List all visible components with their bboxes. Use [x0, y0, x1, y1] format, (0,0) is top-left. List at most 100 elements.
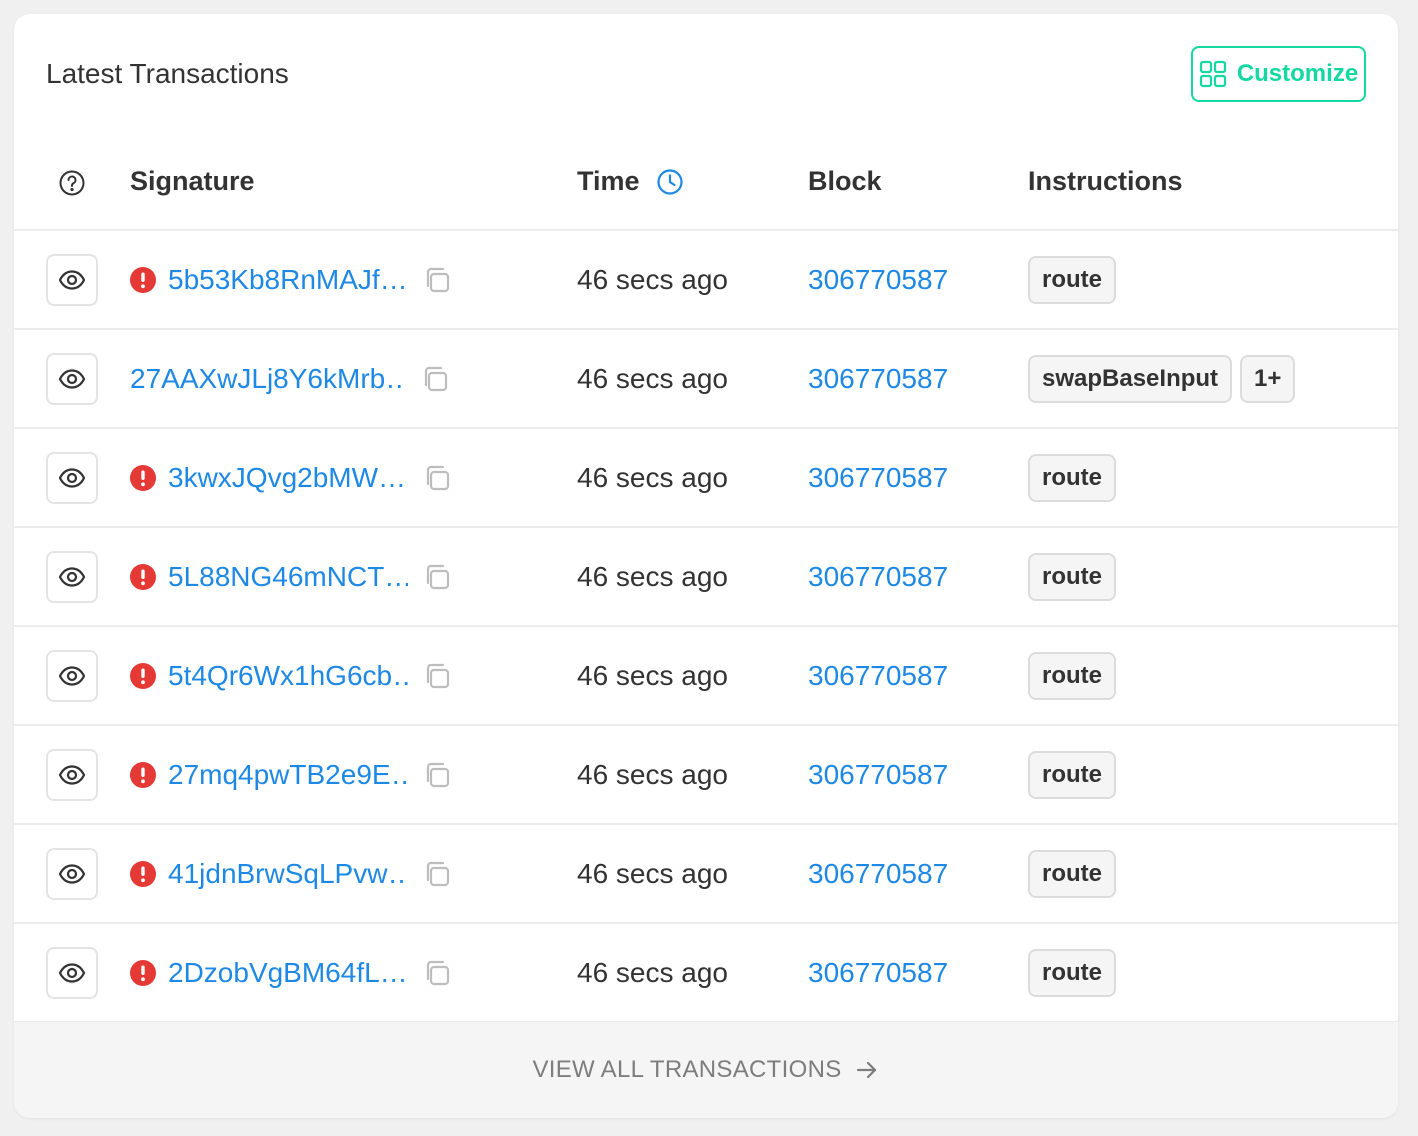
view-transaction-button[interactable]	[46, 946, 98, 999]
signature-cell: 27mq4pwTB2e9E…	[130, 725, 577, 825]
error-icon	[130, 959, 156, 986]
instruction-badge[interactable]: route	[1028, 453, 1116, 502]
table-row: 5L88NG46mNCT… 46 secs ago 306770587 route	[14, 527, 1398, 627]
instruction-badge[interactable]: route	[1028, 849, 1116, 898]
signature-cell: 41jdnBrwSqLPvw…	[130, 824, 577, 924]
time-cell: 46 secs ago	[577, 230, 808, 330]
time-cell: 46 secs ago	[577, 428, 808, 528]
block-link[interactable]: 306770587	[808, 561, 948, 592]
block-link[interactable]: 306770587	[808, 957, 948, 988]
clock-icon[interactable]	[656, 168, 684, 196]
instructions-cell: swapBaseInput 1+	[1028, 329, 1398, 429]
signature-cell: 3kwxJQvg2bMW…	[130, 428, 577, 528]
signature-cell: 5L88NG46mNCT…	[130, 527, 577, 627]
table-row: 3kwxJQvg2bMW… 46 secs ago 306770587 route	[14, 428, 1398, 528]
block-link[interactable]: 306770587	[808, 660, 948, 691]
instructions-cell: route	[1028, 725, 1398, 825]
table-row: 5t4Qr6Wx1hG6cb… 46 secs ago 306770587 route	[14, 626, 1398, 726]
view-all-transactions-link[interactable]: VIEW ALL TRANSACTIONS	[14, 1022, 1398, 1118]
table-header-row: Signature Time Block Instructions	[14, 134, 1398, 231]
view-transaction-button[interactable]	[46, 748, 98, 801]
block-cell: 306770587	[808, 329, 1028, 429]
table-row: 27mq4pwTB2e9E… 46 secs ago 306770587 route	[14, 725, 1398, 825]
block-link[interactable]: 306770587	[808, 858, 948, 889]
transactions-body: 5b53Kb8RnMAJf… 46 secs ago 306770587 route 2…	[14, 230, 1398, 1023]
copy-icon[interactable]	[422, 562, 452, 592]
eye-icon	[58, 368, 86, 389]
instructions-cell: route	[1028, 626, 1398, 726]
signature-link[interactable]: 2DzobVgBM64fL…	[168, 957, 408, 989]
signature-link[interactable]: 41jdnBrwSqLPvw…	[168, 858, 408, 890]
error-icon	[130, 266, 156, 293]
copy-icon[interactable]	[420, 364, 450, 394]
time-text: 46 secs ago	[577, 362, 728, 394]
table-row: 2DzobVgBM64fL… 46 secs ago 306770587 route	[14, 923, 1398, 1023]
error-icon	[130, 761, 156, 788]
block-link[interactable]: 306770587	[808, 264, 948, 295]
transactions-table: Signature Time Block Instructions 5b53Kb…	[14, 134, 1398, 1023]
view-transaction-button[interactable]	[46, 550, 98, 603]
signature-link[interactable]: 27AAXwJLj8Y6kMrb…	[130, 363, 406, 395]
view-cell	[14, 725, 130, 825]
copy-icon[interactable]	[422, 958, 452, 988]
view-cell	[14, 329, 130, 429]
block-link[interactable]: 306770587	[808, 462, 948, 493]
block-cell: 306770587	[808, 725, 1028, 825]
view-transaction-button[interactable]	[46, 847, 98, 900]
instruction-badge[interactable]: 1+	[1240, 354, 1296, 403]
copy-icon[interactable]	[422, 859, 452, 889]
time-cell: 46 secs ago	[577, 725, 808, 825]
instruction-badge[interactable]: route	[1028, 255, 1116, 304]
block-cell: 306770587	[808, 626, 1028, 726]
question-circle-icon[interactable]	[58, 169, 86, 197]
signature-link[interactable]: 5L88NG46mNCT…	[168, 561, 408, 593]
header-block: Block	[808, 134, 1028, 231]
view-cell	[14, 626, 130, 726]
time-text: 46 secs ago	[577, 560, 728, 592]
instruction-badge[interactable]: route	[1028, 651, 1116, 700]
customize-button[interactable]: Customize	[1191, 46, 1366, 102]
view-transaction-button[interactable]	[46, 352, 98, 405]
copy-icon[interactable]	[422, 661, 452, 691]
table-row: 27AAXwJLj8Y6kMrb… 46 secs ago 306770587 swa…	[14, 329, 1398, 429]
error-icon	[130, 662, 156, 689]
signature-link[interactable]: 3kwxJQvg2bMW…	[168, 462, 408, 494]
copy-icon[interactable]	[422, 463, 452, 493]
instruction-badge[interactable]: swapBaseInput	[1028, 354, 1233, 403]
signature-cell: 2DzobVgBM64fL…	[130, 923, 577, 1023]
time-text: 46 secs ago	[577, 461, 728, 493]
block-link[interactable]: 306770587	[808, 363, 948, 394]
view-transaction-button[interactable]	[46, 451, 98, 504]
time-cell: 46 secs ago	[577, 527, 808, 627]
view-cell	[14, 824, 130, 924]
error-icon	[130, 563, 156, 590]
block-cell: 306770587	[808, 527, 1028, 627]
block-link[interactable]: 306770587	[808, 759, 948, 790]
signature-cell: 5t4Qr6Wx1hG6cb…	[130, 626, 577, 726]
signature-link[interactable]: 5t4Qr6Wx1hG6cb…	[168, 660, 408, 692]
time-text: 46 secs ago	[577, 758, 728, 790]
instruction-badge[interactable]: route	[1028, 552, 1116, 601]
instruction-badge[interactable]: route	[1028, 948, 1116, 997]
view-cell	[14, 230, 130, 330]
instruction-badge[interactable]: route	[1028, 750, 1116, 799]
time-text: 46 secs ago	[577, 659, 728, 691]
instructions-cell: route	[1028, 824, 1398, 924]
error-icon	[130, 464, 156, 491]
block-cell: 306770587	[808, 230, 1028, 330]
customize-label: Customize	[1236, 60, 1359, 87]
eye-icon	[58, 665, 86, 686]
time-text: 46 secs ago	[577, 956, 728, 988]
view-transaction-button[interactable]	[46, 253, 98, 306]
block-cell: 306770587	[808, 923, 1028, 1023]
signature-link[interactable]: 5b53Kb8RnMAJf…	[168, 264, 408, 296]
time-text: 46 secs ago	[577, 857, 728, 889]
instructions-cell: route	[1028, 230, 1398, 330]
signature-link[interactable]: 27mq4pwTB2e9E…	[168, 759, 408, 791]
view-transaction-button[interactable]	[46, 649, 98, 702]
copy-icon[interactable]	[422, 265, 452, 295]
header-time-label: Time	[577, 166, 640, 196]
time-cell: 46 secs ago	[577, 626, 808, 726]
copy-icon[interactable]	[422, 760, 452, 790]
card-title: Latest Transactions	[46, 58, 289, 89]
